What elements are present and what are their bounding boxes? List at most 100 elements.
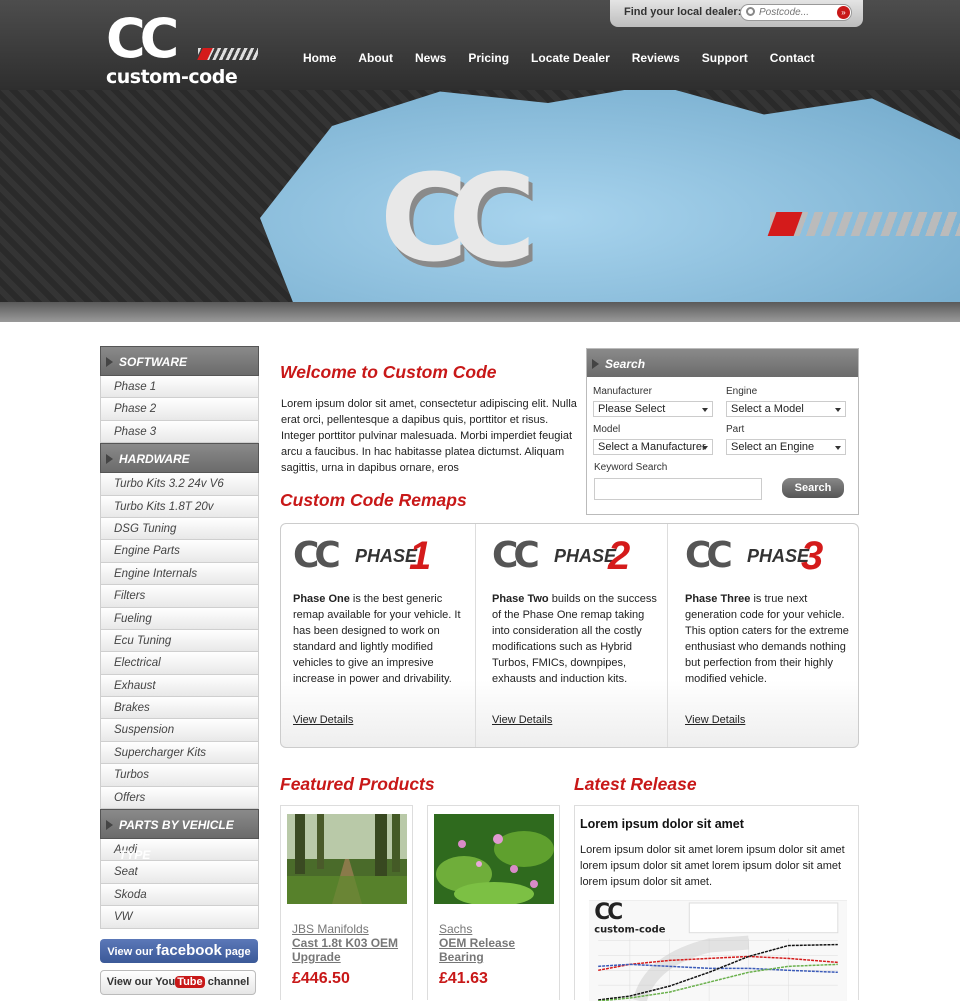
sidebar-link[interactable]: Fueling xyxy=(114,613,152,625)
phase-logo-number: 2 xyxy=(608,534,631,578)
sidebar-link[interactable]: Offers xyxy=(114,792,145,804)
youtube-logo: You Tube xyxy=(155,976,205,988)
main-nav: Home About News Pricing Locate Dealer Re… xyxy=(292,50,825,66)
nav-pricing[interactable]: Pricing xyxy=(457,50,520,66)
triangle-icon xyxy=(106,454,113,465)
triangle-icon xyxy=(592,359,599,369)
youtube-button[interactable]: View our You Tube channel xyxy=(100,970,256,995)
sidebar-item-offers[interactable]: Offers xyxy=(100,786,259,810)
nav-support[interactable]: Support xyxy=(691,50,759,66)
nav-reviews[interactable]: Reviews xyxy=(621,50,691,66)
sidebar-item-skoda[interactable]: Skoda xyxy=(100,883,259,907)
phase-name: Phase Three xyxy=(685,593,751,605)
search-button[interactable]: Search xyxy=(782,478,844,498)
sidebar-link[interactable]: Engine Parts xyxy=(114,545,180,557)
engine-select[interactable]: Select a Model xyxy=(726,401,846,417)
manufacturer-label: Manufacturer xyxy=(593,386,652,397)
manufacturer-value: Please Select xyxy=(598,403,666,415)
sidebar-link[interactable]: Engine Internals xyxy=(114,568,197,580)
sidebar-link[interactable]: DSG Tuning xyxy=(114,523,176,535)
sidebar-item-ecu-tuning[interactable]: Ecu Tuning xyxy=(100,629,259,653)
go-arrow-icon[interactable]: » xyxy=(837,6,850,19)
sidebar-item-turbo-kits-18t[interactable]: Turbo Kits 1.8T 20v xyxy=(100,495,259,518)
sidebar-item-phase-2[interactable]: Phase 2 xyxy=(100,398,259,421)
sidebar-item-electrical[interactable]: Electrical xyxy=(100,652,259,675)
sidebar-item-phase-3[interactable]: Phase 3 xyxy=(100,420,259,444)
sidebar-item-vw[interactable]: VW xyxy=(100,906,259,929)
search-heading: Search xyxy=(587,349,858,377)
sidebar-link[interactable]: Turbo Kits 3.2 24v V6 xyxy=(114,478,224,490)
nav-contact[interactable]: Contact xyxy=(759,50,826,66)
keyword-input[interactable] xyxy=(594,478,762,500)
sidebar-link[interactable]: Phase 1 xyxy=(114,381,156,393)
sidebar-link[interactable]: Electrical xyxy=(114,657,161,669)
sidebar-item-filters[interactable]: Filters xyxy=(100,585,259,608)
sidebar-item-exhaust[interactable]: Exhaust xyxy=(100,674,259,698)
sidebar-link[interactable]: Skoda xyxy=(114,889,147,901)
product-card[interactable]: JBS Manifolds Cast 1.8t K03 OEM Upgrade … xyxy=(280,805,413,1000)
sidebar-item-turbo-kits-v6[interactable]: Turbo Kits 3.2 24v V6 xyxy=(100,473,259,496)
dropdown-arrow-icon xyxy=(835,408,841,412)
sidebar-link[interactable]: Phase 2 xyxy=(114,403,156,415)
map-graphic xyxy=(260,90,960,302)
product-name-link[interactable]: Cast 1.8t K03 OEM Upgrade xyxy=(292,936,407,964)
sidebar-item-fueling[interactable]: Fueling xyxy=(100,607,259,630)
sidebar-item-dsg-tuning[interactable]: DSG Tuning xyxy=(100,517,259,541)
logo-text: custom-code xyxy=(106,66,238,88)
sidebar-item-suspension[interactable]: Suspension xyxy=(100,719,259,742)
sidebar-item-brakes[interactable]: Brakes xyxy=(100,697,259,720)
flowers-image[interactable] xyxy=(434,814,554,904)
nav-home[interactable]: Home xyxy=(292,50,347,66)
welcome-text: Lorem ipsum dolor sit amet, consectetur … xyxy=(281,398,577,474)
postcode-input[interactable] xyxy=(740,4,852,21)
view-details-link[interactable]: View Details xyxy=(492,714,552,726)
sidebar-link[interactable]: Turbos xyxy=(114,769,149,781)
manufacturer-select[interactable]: Please Select xyxy=(593,401,713,417)
search-icon xyxy=(746,7,755,16)
yt-pre: View our xyxy=(106,976,153,988)
hero-bottom-bar xyxy=(0,302,960,322)
phase-description: Phase Two builds on the success of the P… xyxy=(492,591,657,687)
dyno-graph-image[interactable]: CC custom-code xyxy=(589,900,847,1001)
sidebar-item-phase-1[interactable]: Phase 1 xyxy=(100,376,259,399)
sidebar-item-turbos[interactable]: Turbos xyxy=(100,764,259,787)
latest-title: Latest Release xyxy=(574,774,697,794)
product-card[interactable]: Sachs OEM Release Bearing £41.63 xyxy=(427,805,560,1000)
view-details-link[interactable]: View Details xyxy=(685,714,745,726)
product-category-link[interactable]: Sachs xyxy=(439,922,472,936)
nav-news[interactable]: News xyxy=(404,50,457,66)
engine-value: Select a Model xyxy=(731,403,804,415)
dropdown-arrow-icon xyxy=(835,446,841,450)
phase-2-logo: CC PHASE 2 xyxy=(492,534,632,578)
facebook-button[interactable]: View our facebook page xyxy=(100,939,258,963)
sidebar-item-supercharger-kits[interactable]: Supercharger Kits xyxy=(100,741,259,765)
sidebar-link[interactable]: Phase 3 xyxy=(114,426,156,438)
sidebar-item-engine-internals[interactable]: Engine Internals xyxy=(100,562,259,586)
latest-release-panel: Lorem ipsum dolor sit amet Lorem ipsum d… xyxy=(574,805,859,1001)
part-select[interactable]: Select an Engine xyxy=(726,439,846,455)
nav-locate-dealer[interactable]: Locate Dealer xyxy=(520,50,621,66)
part-label: Part xyxy=(726,424,745,435)
fb-pre: View our xyxy=(107,946,153,958)
view-details-link[interactable]: View Details xyxy=(293,714,353,726)
product-name-link[interactable]: OEM Release Bearing xyxy=(439,936,554,964)
sidebar-link[interactable]: Filters xyxy=(114,590,145,602)
sidebar-link[interactable]: Ecu Tuning xyxy=(114,635,171,647)
sidebar-link[interactable]: Suspension xyxy=(114,724,174,736)
model-select[interactable]: Select a Manufacturer xyxy=(593,439,713,455)
product-category-link[interactable]: JBS Manifolds xyxy=(292,922,369,936)
sidebar-link[interactable]: Brakes xyxy=(114,702,150,714)
nav-about[interactable]: About xyxy=(347,50,404,66)
sidebar-link[interactable]: Turbo Kits 1.8T 20v xyxy=(114,501,214,513)
phase-card-3: CC PHASE 3 Phase Three is true next genera… xyxy=(668,524,858,747)
forest-path-image[interactable] xyxy=(287,814,407,904)
yt-post: channel xyxy=(207,976,250,988)
phase-text: is the best generic remap available for … xyxy=(293,593,461,685)
sidebar-link[interactable]: Supercharger Kits xyxy=(114,747,206,759)
sidebar-item-engine-parts[interactable]: Engine Parts xyxy=(100,540,259,563)
heading-label: HARDWARE xyxy=(119,452,190,467)
sidebar-link[interactable]: VW xyxy=(114,911,133,923)
sidebar-link[interactable]: Exhaust xyxy=(114,680,156,692)
heading-label: SOFTWARE xyxy=(119,355,187,369)
custom-code-logo[interactable]: CC custom-code xyxy=(104,12,264,88)
